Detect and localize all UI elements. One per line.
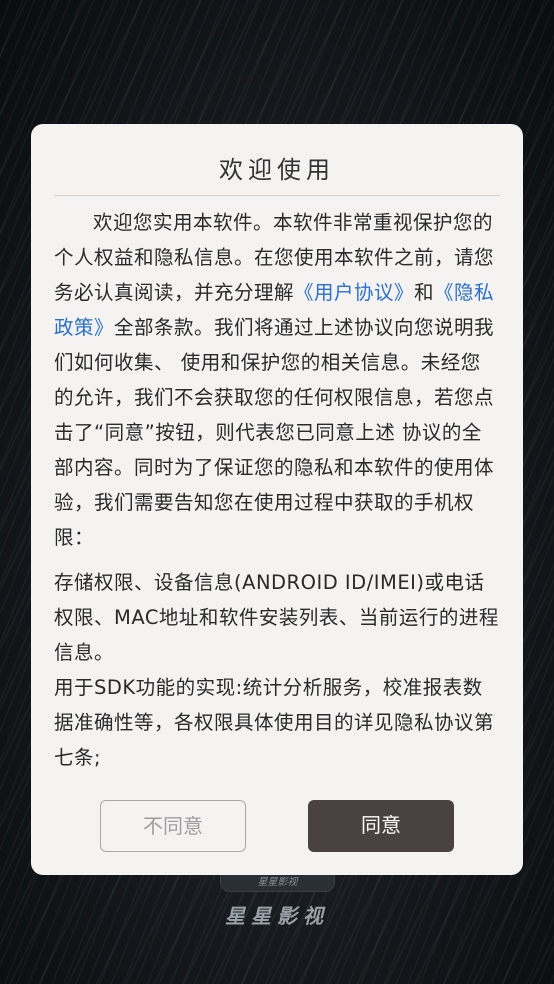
app-background: 星星影视 星星影视 欢迎使用 欢迎您实用本软件。本软件非常重视保护您的个人权益和… xyxy=(0,0,554,984)
app-logo-caption: 星星影视 xyxy=(257,877,298,888)
intro-paragraph: 欢迎您实用本软件。本软件非常重视保护您的个人权益和隐私信息。在您使用本软件之前，… xyxy=(54,205,500,555)
and-text: 和 xyxy=(414,281,435,304)
sdk-usage-paragraph: 用于SDK功能的实现:统计分析服务，校准报表数据准确性等，各权限具体使用目的详见… xyxy=(54,676,495,769)
title-divider xyxy=(54,195,500,196)
agree-button[interactable]: 同意 xyxy=(308,800,454,852)
intro-text-continued: 全部条款。我们将通过上述协议向您说明我们如何收集、 使用和保护您的相关信息。未经… xyxy=(54,316,495,549)
disagree-button[interactable]: 不同意 xyxy=(100,800,246,852)
dialog-body: 欢迎您实用本软件。本软件非常重视保护您的个人权益和隐私信息。在您使用本软件之前，… xyxy=(54,205,500,775)
dialog-title: 欢迎使用 xyxy=(219,156,335,184)
permissions-paragraph: 存储权限、设备信息(ANDROID ID/IMEI)或电话权限、MAC地址和软件… xyxy=(54,571,499,664)
user-agreement-link[interactable]: 《用户协议》 xyxy=(294,281,414,304)
app-name: 星星影视 xyxy=(225,904,329,928)
